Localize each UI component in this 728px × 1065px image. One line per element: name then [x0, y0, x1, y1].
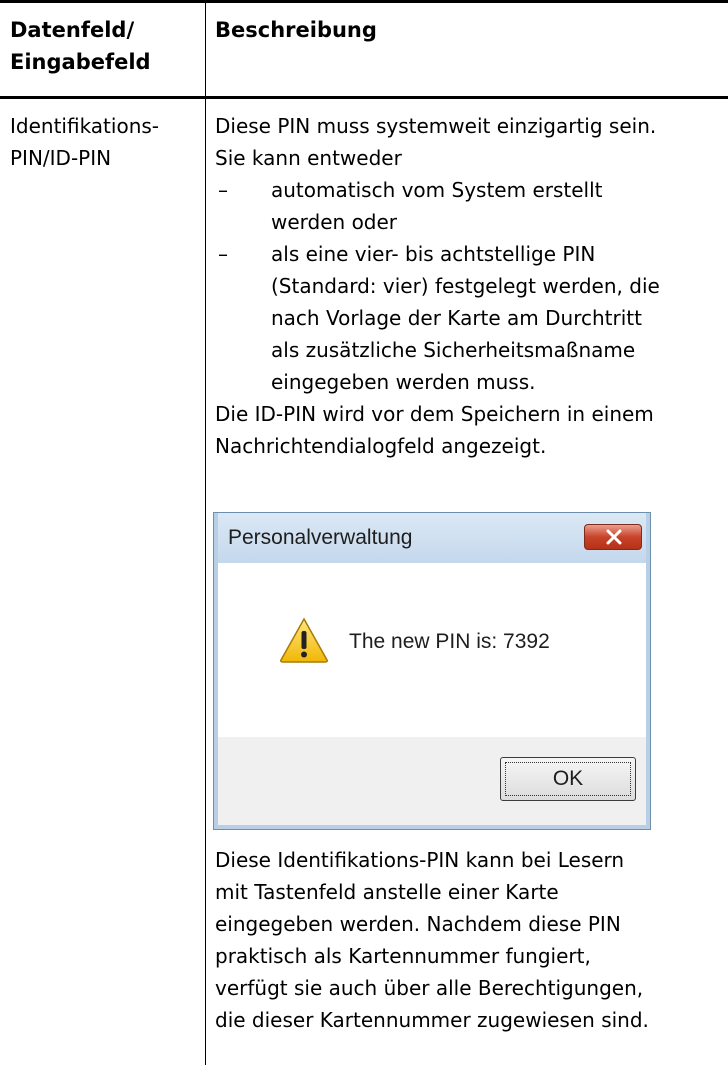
dialog-frame: [214, 825, 650, 829]
close-icon: [606, 529, 622, 545]
bullet-dash: –: [218, 178, 228, 202]
row-label: Identifikations- PIN/ID-PIN: [10, 110, 200, 174]
header-datenfeld-line2: Eingabefeld: [10, 50, 151, 74]
header-datenfeld-line1: Datenfeld/: [10, 18, 135, 42]
dialog-frame: [646, 513, 650, 829]
dialog-title: Personalverwaltung: [228, 526, 413, 549]
bullet-line: (Standard: vier) festgelegt werden, die: [271, 274, 660, 298]
dialog-titlebar: Personalverwaltung: [214, 513, 650, 563]
description-line: praktisch als Kartennummer fungiert,: [215, 944, 591, 968]
close-button[interactable]: [584, 524, 642, 550]
header-datenfeld: Datenfeld/ Eingabefeld: [10, 14, 200, 78]
description-line: verfügt sie auch über alle Berechtigunge…: [215, 976, 644, 1000]
description-line: Nachrichtendialogfeld angezeigt.: [215, 434, 547, 458]
table-column-divider: [205, 0, 206, 1065]
bullet-line: automatisch vom System erstellt: [271, 178, 603, 202]
description-bottom: Diese Identifikations-PIN kann bei Leser…: [215, 844, 723, 1036]
header-beschreibung: Beschreibung: [215, 18, 377, 42]
table-header-separator: [0, 96, 728, 99]
dialog-content: The new PIN is: 7392: [218, 563, 648, 737]
row-label-line1: Identifikations-: [10, 114, 160, 138]
description-top: Diese PIN muss systemweit einzigartig se…: [215, 110, 723, 462]
description-line: eingegeben werden. Nachdem diese PIN: [215, 912, 621, 936]
row-label-line2: PIN/ID-PIN: [10, 146, 112, 170]
dialog-frame: [214, 513, 218, 829]
bullet-line: als eine vier- bis achtstellige PIN: [271, 242, 596, 266]
bullet-dash: –: [218, 242, 228, 266]
message-dialog: Personalverwaltung The new PIN is: 7392 …: [213, 512, 651, 830]
bullet-item: – automatisch vom System erstellt werden…: [215, 174, 723, 238]
ok-button[interactable]: OK: [500, 757, 636, 801]
description-line: Sie kann entweder: [215, 146, 402, 170]
bullet-line: als zusätzliche Sicherheitsmaßname: [271, 338, 636, 362]
bullet-item: – als eine vier- bis achtstellige PIN (S…: [215, 238, 723, 398]
bullet-line: eingegeben werden muss.: [271, 370, 536, 394]
description-line: mit Tastenfeld anstelle einer Karte: [215, 880, 559, 904]
description-line: Diese PIN muss systemweit einzigartig se…: [215, 114, 657, 138]
bullet-line: nach Vorlage der Karte am Durchtritt: [271, 306, 642, 330]
warning-icon: [280, 617, 328, 663]
description-line: die dieser Kartennummer zugewiesen sind.: [215, 1008, 649, 1032]
table-top-border: [0, 0, 728, 3]
description-line: Diese Identifikations-PIN kann bei Leser…: [215, 848, 625, 872]
description-line: Die ID-PIN wird vor dem Speichern in ein…: [215, 402, 654, 426]
ok-button-label: OK: [552, 767, 584, 790]
dialog-message: The new PIN is: 7392: [349, 630, 550, 653]
bullet-line: werden oder: [271, 210, 398, 234]
